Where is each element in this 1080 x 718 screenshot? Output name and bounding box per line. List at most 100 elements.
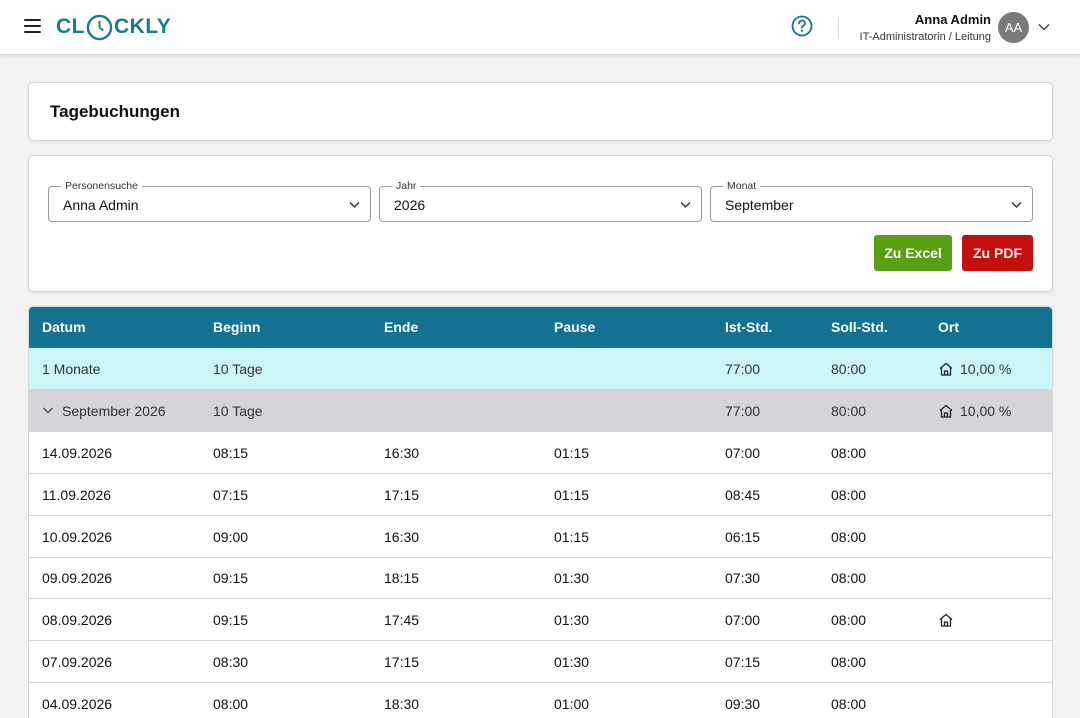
table-row[interactable]: 10.09.2026 09:00 16:30 01:15 06:15 08:00 xyxy=(29,516,1052,558)
cell-pause: 01:00 xyxy=(554,695,590,712)
avatar[interactable]: AA xyxy=(998,12,1029,43)
cell-datum: 10.09.2026 xyxy=(42,528,113,545)
month-select[interactable]: Monat September xyxy=(710,180,1033,222)
column-header-soll[interactable]: Soll-Std. xyxy=(831,307,888,348)
user-name: Anna Admin xyxy=(914,12,991,27)
cell-soll: 08:00 xyxy=(831,528,867,545)
cell-soll: 08:00 xyxy=(831,654,867,670)
cell-beginn: 09:15 xyxy=(213,612,249,629)
cell-pause: 01:15 xyxy=(554,486,590,503)
table-row[interactable]: 14.09.2026 08:15 16:30 01:15 07:00 08:00 xyxy=(29,432,1052,474)
year-select-label: Jahr xyxy=(392,180,421,192)
cell-beginn: 07:15 xyxy=(213,486,249,503)
person-select[interactable]: Personensuche Anna Admin xyxy=(48,180,371,222)
cell-datum: 07.09.2026 xyxy=(42,654,113,670)
column-header-ist[interactable]: Ist-Std. xyxy=(725,307,772,348)
top-bar: CL CKLY Anna Admin IT-Administratorin / … xyxy=(0,0,1080,54)
summary-row: 1 Monate 10 Tage 77:00 80:00 10,00 % xyxy=(29,348,1052,390)
cell-soll: 08:00 xyxy=(831,486,867,503)
cell-datum: 04.09.2026 xyxy=(42,695,113,712)
filter-card: Personensuche Anna Admin Jahr 2026 Monat… xyxy=(28,155,1053,292)
person-select-label: Personensuche xyxy=(61,180,142,192)
column-header-pause[interactable]: Pause xyxy=(554,307,595,348)
cell-beginn: 08:30 xyxy=(213,654,249,670)
column-header-beginn[interactable]: Beginn xyxy=(213,307,260,348)
cell-soll: 08:00 xyxy=(831,570,867,587)
chevron-down-icon xyxy=(680,202,691,208)
clock-icon xyxy=(86,14,113,40)
summary-soll: 80:00 xyxy=(831,361,867,377)
year-select-value: 2026 xyxy=(394,197,426,213)
cell-pause: 01:30 xyxy=(554,612,590,629)
app-logo[interactable]: CL CKLY xyxy=(56,11,171,43)
home-icon xyxy=(939,362,953,376)
year-select[interactable]: Jahr 2026 xyxy=(379,180,702,222)
cell-ist: 08:45 xyxy=(725,486,761,503)
cell-beginn: 08:00 xyxy=(213,695,249,712)
cell-ende: 17:45 xyxy=(384,612,420,629)
logo-text-right: CKLY xyxy=(114,15,172,38)
table-row[interactable]: 08.09.2026 09:15 17:45 01:30 07:00 08:00 xyxy=(29,599,1052,642)
table-row[interactable]: 04.09.2026 08:00 18:30 01:00 09:30 08:00 xyxy=(29,683,1052,718)
chevron-down-icon[interactable] xyxy=(42,404,54,416)
summary-datum: 1 Monate xyxy=(42,361,101,377)
cell-ist: 07:30 xyxy=(725,570,761,587)
cell-ist: 07:15 xyxy=(725,654,761,670)
month-group-datum: September 2026 xyxy=(42,390,166,432)
column-header-datum[interactable]: Datum xyxy=(42,307,86,348)
month-select-value: September xyxy=(725,197,794,213)
cell-ende: 18:30 xyxy=(384,695,420,712)
cell-ist: 07:00 xyxy=(725,445,761,461)
table-row[interactable]: 07.09.2026 08:30 17:15 01:30 07:15 08:00 xyxy=(29,641,1052,683)
cell-datum: 11.09.2026 xyxy=(42,486,112,503)
summary-beginn: 10 Tage xyxy=(213,361,263,377)
menu-icon[interactable] xyxy=(24,19,41,33)
home-icon xyxy=(939,614,953,627)
cell-ende: 16:30 xyxy=(384,445,420,461)
month-group-beginn: 10 Tage xyxy=(213,403,263,419)
cell-ende: 17:15 xyxy=(384,486,420,503)
cell-beginn: 08:15 xyxy=(213,445,249,461)
cell-pause: 01:15 xyxy=(554,528,590,545)
page-title: Tagebuchungen xyxy=(50,102,181,121)
header-divider xyxy=(838,17,839,39)
cell-soll: 08:00 xyxy=(831,445,867,461)
cell-ort xyxy=(938,599,954,641)
cell-ist: 06:15 xyxy=(725,528,761,545)
cell-ist: 09:30 xyxy=(725,695,761,712)
month-select-label: Monat xyxy=(723,180,761,192)
month-group-row[interactable]: September 2026 10 Tage 77:00 80:00 10,00… xyxy=(29,390,1052,432)
user-role: IT-Administratorin / Leitung xyxy=(859,31,991,43)
month-group-ist: 77:00 xyxy=(725,403,761,419)
cell-pause: 01:15 xyxy=(554,445,590,461)
title-card: Tagebuchungen xyxy=(28,82,1053,141)
column-header-ende[interactable]: Ende xyxy=(384,307,418,348)
cell-datum: 09.09.2026 xyxy=(42,570,113,587)
cell-datum: 14.09.2026 xyxy=(42,445,113,461)
export-excel-button[interactable]: Zu Excel xyxy=(874,235,952,271)
cell-ende: 17:15 xyxy=(384,654,420,670)
table-row[interactable]: 09.09.2026 09:15 18:15 01:30 07:30 08:00 xyxy=(29,557,1052,600)
chevron-down-icon[interactable] xyxy=(1037,20,1051,34)
logo-text-left: CL xyxy=(56,15,85,38)
cell-pause: 01:30 xyxy=(554,570,590,587)
export-pdf-button[interactable]: Zu PDF xyxy=(962,235,1033,271)
cell-datum: 08.09.2026 xyxy=(42,612,113,629)
chevron-down-icon xyxy=(349,202,360,208)
cell-pause: 01:30 xyxy=(554,654,590,670)
person-select-value: Anna Admin xyxy=(63,197,139,213)
bookings-table: Datum Beginn Ende Pause Ist-Std. Soll-St… xyxy=(28,306,1053,718)
cell-soll: 08:00 xyxy=(831,695,867,712)
summary-ort-pct: 10,00 % xyxy=(960,361,1012,377)
cell-beginn: 09:15 xyxy=(213,570,249,587)
table-header: Datum Beginn Ende Pause Ist-Std. Soll-St… xyxy=(29,307,1052,348)
help-icon[interactable] xyxy=(791,15,813,37)
cell-soll: 08:00 xyxy=(831,612,867,629)
column-header-ort[interactable]: Ort xyxy=(938,307,959,348)
table-row[interactable]: 11.09.2026 07:15 17:15 01:15 08:45 08:00 xyxy=(29,474,1052,516)
cell-beginn: 09:00 xyxy=(213,528,249,545)
cell-ende: 18:15 xyxy=(384,570,420,587)
cell-ende: 16:30 xyxy=(384,528,420,545)
month-group-label: September 2026 xyxy=(62,403,166,419)
summary-ort: 10,00 % xyxy=(938,348,1011,390)
